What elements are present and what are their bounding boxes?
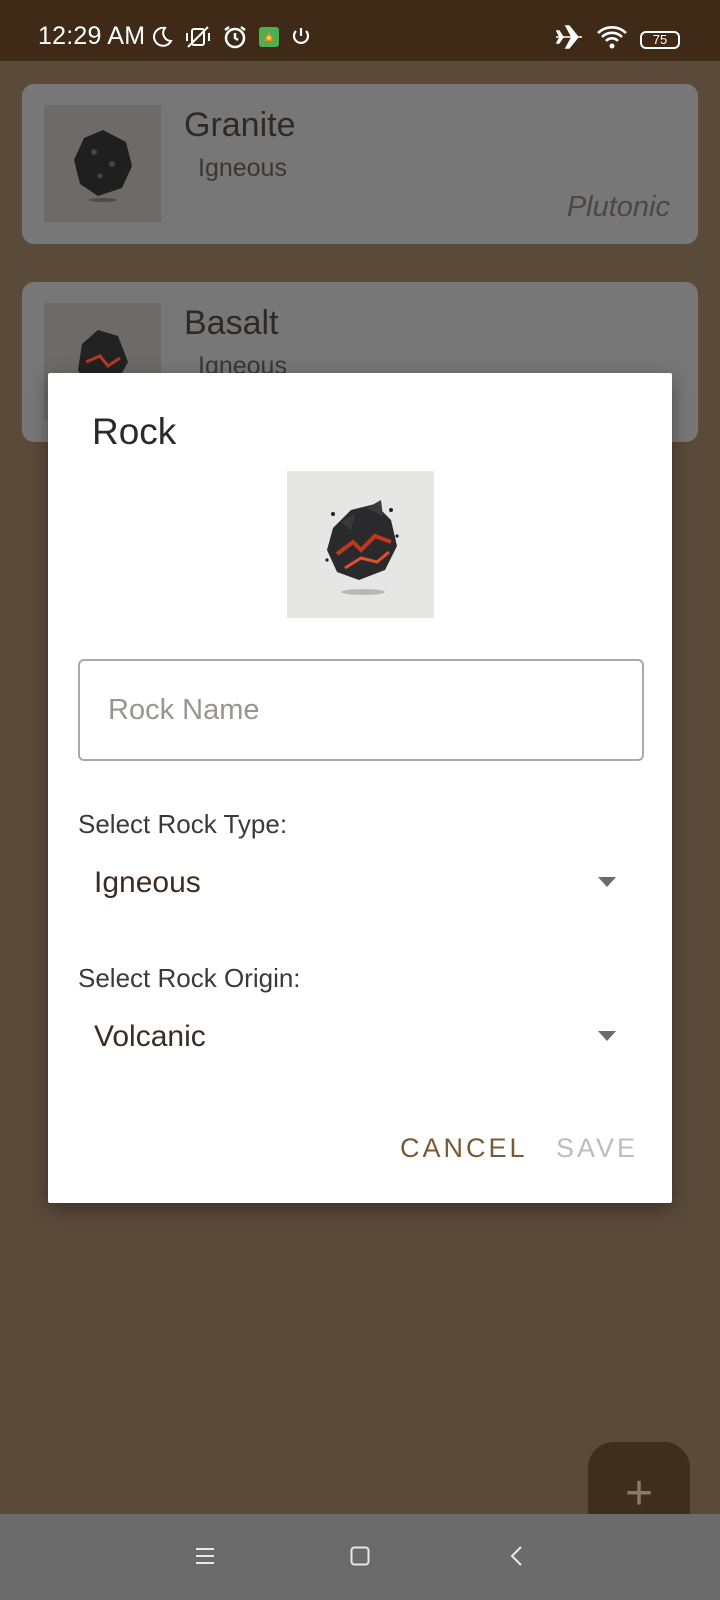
rock-origin-select[interactable]: Volcanic: [78, 1005, 644, 1069]
rock-type-value: Igneous: [94, 866, 201, 899]
rock-card[interactable]: Granite Igneous Plutonic: [22, 84, 698, 244]
rock-type: Igneous: [198, 154, 287, 182]
home-icon[interactable]: [340, 1536, 380, 1576]
rock-image-picker[interactable]: [287, 471, 434, 618]
status-bar: 12:29 AM 75: [0, 0, 720, 61]
moon-icon: [150, 25, 174, 54]
navigation-bar: [0, 1514, 720, 1600]
dropdown-arrow-icon: [598, 877, 616, 887]
rock-thumbnail: [44, 105, 161, 222]
rock-name: Granite: [184, 106, 296, 144]
rock-type-select[interactable]: Igneous: [78, 851, 644, 915]
status-time: 12:29 AM: [38, 22, 146, 50]
rock-origin: Plutonic: [566, 191, 670, 223]
status-icons-left: [150, 24, 312, 55]
rock-image: [324, 499, 399, 595]
back-icon[interactable]: [497, 1536, 537, 1576]
app-notification-icon: [258, 26, 280, 53]
dialog-title: Rock: [92, 411, 177, 452]
power-icon: [290, 26, 312, 53]
rock-origin-value: Volcanic: [94, 1020, 206, 1053]
menu-icon[interactable]: [185, 1536, 225, 1576]
alarm-icon: [222, 24, 248, 55]
rock-type-label: Select Rock Type:: [78, 809, 288, 839]
battery-icon: 75: [640, 30, 680, 49]
rock-name: Basalt: [184, 304, 279, 342]
wifi-icon: [596, 24, 628, 55]
status-icons-right: 75: [554, 24, 680, 55]
plus-icon: +: [624, 1466, 654, 1520]
save-button[interactable]: SAVE: [556, 1133, 638, 1164]
rock-name-input[interactable]: [78, 659, 644, 761]
airplane-icon: [554, 24, 584, 55]
cancel-button[interactable]: CANCEL: [400, 1133, 528, 1164]
vibrate-off-icon: [184, 25, 212, 54]
dropdown-arrow-icon: [598, 1031, 616, 1041]
add-rock-dialog: Rock Select Rock Type: Igneous Select Ro…: [48, 373, 672, 1203]
rock-origin-label: Select Rock Origin:: [78, 963, 301, 993]
